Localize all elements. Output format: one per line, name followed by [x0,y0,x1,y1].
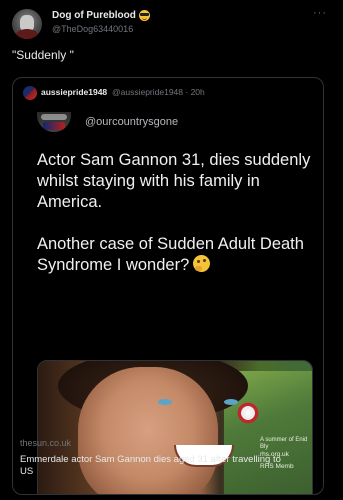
sunglasses-face-icon [138,10,150,21]
author-name-row[interactable]: Dog of Pureblood [52,10,150,21]
link-domain[interactable]: thesun.co.uk [20,438,71,448]
embedded-post: @ourcountrysgone Actor Sam Gannon 31, di… [25,104,315,494]
headline-line-2: Another case of Sudden Adult Death Syndr… [37,234,315,276]
author-handle[interactable]: @TheDog63440016 [52,24,133,34]
author-avatar[interactable] [12,9,42,39]
sign-text-1: A summer of Enid Bly [260,437,308,450]
quoted-author-avatar [23,86,37,100]
embedded-handle: @ourcountrysgone [85,116,179,128]
right-eye [224,399,238,405]
embedded-headline: Actor Sam Gannon 31, dies suddenly whils… [37,150,315,276]
headline-line-2-text: Another case of Sudden Adult Death Syndr… [37,235,304,274]
quoted-author-handle-time: @aussiepride1948 · 20h [112,87,205,97]
left-eye [158,399,172,405]
tweet-text: "Suddenly " [12,48,74,62]
embedded-avatar [37,112,71,132]
quoted-author-name: aussiepride1948 [41,87,108,97]
author-display-name[interactable]: Dog of Pureblood [52,10,136,21]
more-options-icon[interactable]: ··· [313,7,327,19]
flower-graphic [236,401,260,425]
tweet: Dog of Pureblood @TheDog63440016 ··· "Su… [0,0,343,500]
link-title[interactable]: Emmerdale actor Sam Gannon dies aged 31 … [20,454,292,478]
thinking-face-icon [193,255,211,272]
headline-line-1: Actor Sam Gannon 31, dies suddenly whils… [37,151,311,211]
quoted-tweet[interactable]: aussiepride1948 @aussiepride1948 · 20h @… [12,77,324,495]
